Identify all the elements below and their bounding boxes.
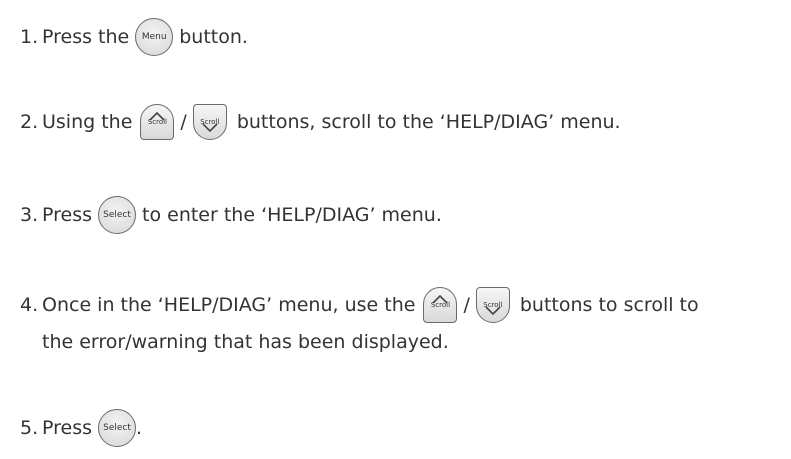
- instructions-document: 1. Press the Menu button. 2. Using the S…: [0, 0, 791, 459]
- step-text: button.: [179, 26, 248, 48]
- step-text: Press: [42, 417, 93, 439]
- scroll-up-icon: Scroll: [423, 287, 458, 323]
- button-label: Menu: [141, 32, 167, 42]
- step-2: 2. Using the Scroll / Scroll buttons, sc…: [20, 104, 621, 140]
- menu-button-icon: Menu: [135, 18, 174, 56]
- scroll-up-icon: Scroll: [140, 104, 175, 140]
- step-number: 1.: [20, 26, 39, 48]
- step-text: to enter the ‘HELP/DIAG’ menu.: [142, 204, 442, 226]
- step-text: Press the: [42, 26, 130, 48]
- step-text: .: [136, 417, 143, 439]
- separator: /: [463, 294, 470, 316]
- separator: /: [180, 111, 187, 133]
- step-4: 4. Once in the ‘HELP/DIAG’ menu, use the…: [20, 287, 699, 323]
- button-label: Select: [103, 210, 131, 220]
- scroll-down-icon: Scroll: [192, 104, 227, 140]
- step-number: 4.: [20, 294, 39, 316]
- button-label: Select: [103, 423, 131, 433]
- step-text: buttons, scroll to the ‘HELP/DIAG’ menu.: [236, 111, 621, 133]
- step-3: 3. Press Select to enter the ‘HELP/DIAG’…: [20, 196, 442, 234]
- scroll-down-icon: Scroll: [475, 287, 510, 323]
- step-number: 2.: [20, 111, 39, 133]
- scroll-label: Scroll: [430, 301, 451, 309]
- scroll-label: Scroll: [147, 118, 168, 126]
- select-button-icon: Select: [98, 409, 137, 447]
- select-button-icon: Select: [98, 196, 137, 234]
- step-number: 3.: [20, 204, 39, 226]
- step-text: Once in the ‘HELP/DIAG’ menu, use the: [42, 294, 416, 316]
- step-5: 5. Press Select .: [20, 409, 142, 447]
- step-text: Press: [42, 204, 93, 226]
- step-text: Using the: [42, 111, 133, 133]
- step-1: 1. Press the Menu button.: [20, 18, 248, 56]
- step-text: buttons to scroll to: [519, 294, 699, 316]
- step-number: 5.: [20, 417, 39, 439]
- step-4-continuation: the error/warning that has been displaye…: [42, 331, 449, 353]
